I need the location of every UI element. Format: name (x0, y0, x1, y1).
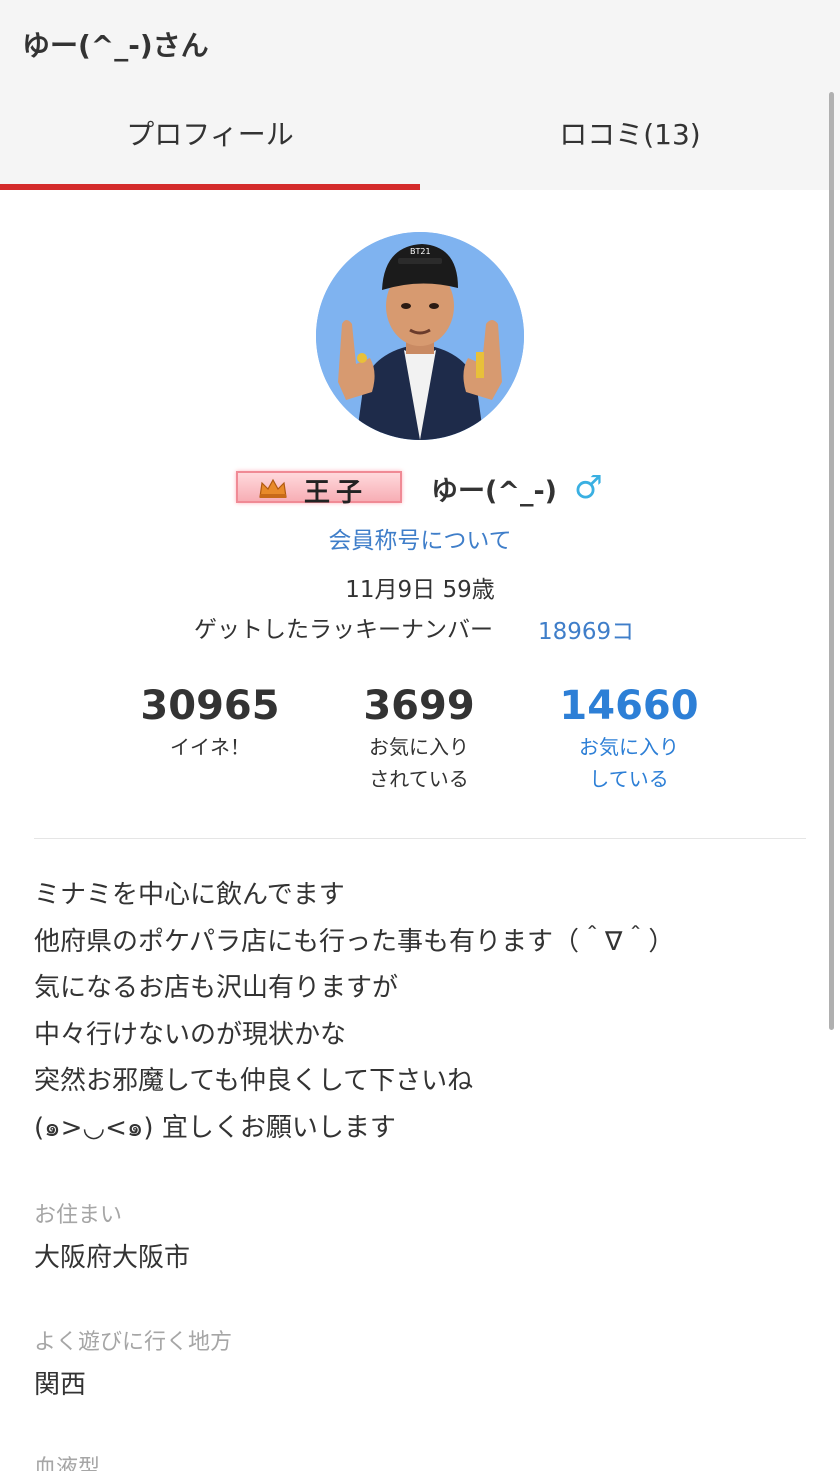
tab-profile[interactable]: プロフィール (0, 88, 420, 190)
bio-line: 気になるお店も沢山有りますが (34, 973, 399, 1003)
svg-text:BT21: BT21 (410, 247, 431, 256)
member-title-badge: 王子 (236, 471, 402, 508)
lucky-number-link[interactable]: 18969コ (538, 612, 634, 646)
favoriting-label-2[interactable]: している (529, 763, 729, 795)
area-label: よく遊びに行く地方 (34, 1330, 233, 1355)
bio-text: ミナミを中心に飲んでます 他府県のポケパラ店にも行った事も有ります（＾∇＾） 気… (34, 872, 814, 1151)
header-bar: ゆー(^_-)さん (0, 0, 840, 88)
lucky-number-label: ゲットしたラッキーナンバー (194, 617, 493, 643)
username: ゆー(^_-) (431, 476, 558, 507)
favorited-by-label-2: されている (369, 767, 469, 791)
favoriting-count[interactable]: 14660 (529, 683, 729, 729)
bio-line: ミナミを中心に飲んでます (34, 880, 345, 910)
residence-value: 大阪府大阪市 (34, 1243, 191, 1273)
bio-line: 中々行けないのが現状かな (34, 1019, 347, 1050)
active-tab-indicator (0, 184, 420, 190)
favorited-by-label-1: お気に入り (369, 735, 469, 759)
stat-favoriting[interactable]: 14660 お気に入り している (529, 683, 729, 795)
tab-bar: プロフィール ロコミ(13) (0, 88, 840, 190)
blood-type-label: 血液型 (34, 1456, 101, 1471)
crown-icon (259, 478, 287, 498)
likes-label: イイネ！ (170, 735, 250, 759)
bio-line: 突然お邪魔しても仲良くして下さいね (34, 1066, 474, 1096)
birthday-age: 11月9日 59歳 (345, 577, 495, 603)
stat-likes: 30965 イイネ！ (110, 683, 310, 763)
member-title-info-link[interactable]: 会員称号について (0, 521, 840, 555)
avatar: BT21 (316, 232, 524, 440)
likes-count: 30965 (140, 683, 280, 729)
residence-label: お住まい (34, 1203, 123, 1228)
member-title-text: 王子 (304, 478, 369, 508)
bio-line: 他府県のポケパラ店にも行った事も有ります（＾∇＾） (34, 926, 675, 957)
scrollbar[interactable] (829, 92, 834, 1030)
favoriting-label-1[interactable]: お気に入り (529, 731, 729, 763)
area-value: 関西 (34, 1370, 87, 1400)
tab-reviews[interactable]: ロコミ(13) (420, 88, 840, 190)
bio-line: (๑>◡<๑) 宜しくお願いします (34, 1112, 396, 1143)
page-title: ゆー(^_-)さん (22, 29, 209, 62)
favorited-by-count: 3699 (363, 683, 475, 729)
stat-favorited-by: 3699 お気に入り されている (319, 683, 519, 795)
divider (34, 838, 806, 839)
male-icon: ♂ (574, 468, 603, 506)
